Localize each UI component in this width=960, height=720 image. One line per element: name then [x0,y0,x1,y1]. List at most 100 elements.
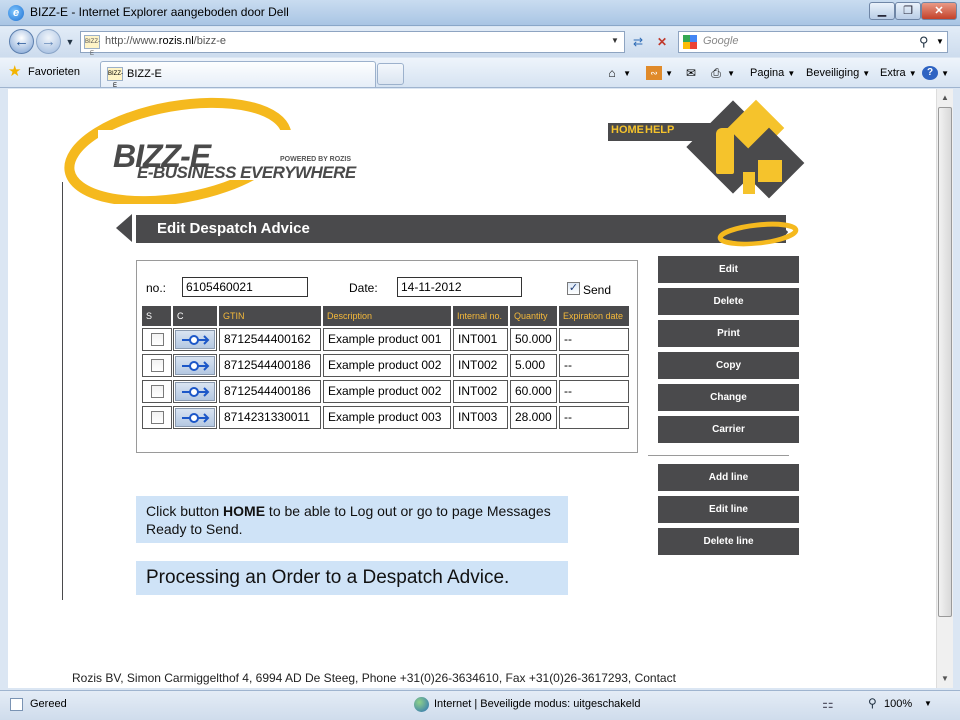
table-cell-action [173,328,217,351]
carrier-button[interactable]: Carrier [658,416,799,443]
close-window-button[interactable]: ✕ [921,2,957,20]
logo-tagline: E-BUSINESS EVERYWHERE [137,163,356,182]
printer-icon: ⎙ [711,66,721,81]
security-zone[interactable]: Internet | Beveiligde modus: uitgeschake… [434,698,640,710]
refresh-icon[interactable]: ⇄ [628,31,648,53]
table-cell-description: Example product 002 [323,380,451,403]
logo-powered-by: POWERED BY ROZIS [280,156,352,163]
history-dropdown-icon[interactable]: ▼ [60,31,80,53]
no-label: no.: [146,281,167,295]
status-text: Gereed [30,698,67,710]
mail-command[interactable]: ✉ [683,64,699,82]
table-cell-description: Example product 002 [323,354,451,377]
date-label: Date: [349,281,378,295]
scroll-up-icon[interactable]: ▲ [937,90,953,106]
process-caption-note: Processing an Order to a Despatch Advice… [136,561,568,595]
security-menu[interactable]: Beveiliging ▼ [806,64,870,82]
table-cell-quantity: 60.000 [510,380,557,403]
table-cell-select [142,328,172,351]
bizz-e-logo [64,97,348,204]
forward-arrow-icon[interactable]: → [36,29,61,54]
scroll-thumb[interactable] [938,107,952,617]
house-icon: ⌂ [608,66,616,81]
extra-menu[interactable]: Extra ▼ [880,64,917,82]
box-icon [743,172,755,194]
edit-button[interactable]: Edit [658,256,799,283]
site-favicon-icon: BIZZ-E [84,35,100,57]
table-cell-internal: INT002 [453,354,508,377]
new-tab-button[interactable] [377,63,404,85]
row-select-checkbox[interactable] [151,385,164,398]
table-cell-gtin: 8714231330011 [219,406,321,429]
home-link[interactable]: HOME [611,124,644,136]
table-cell-action [173,354,217,377]
protected-mode-icon[interactable]: ⚏ [822,696,834,712]
add-line-button[interactable]: Add line [658,464,799,491]
mail-icon: ✉ [685,66,697,81]
zoom-level[interactable]: 100% [884,698,912,710]
row-change-button[interactable] [175,330,215,349]
tab-favicon-icon: BIZZ-E [107,67,123,89]
table-cell-action [173,406,217,429]
send-checkbox[interactable]: ✓ [567,282,580,295]
change-button[interactable]: Change [658,384,799,411]
favorites-button[interactable]: ★ Favorieten [8,62,80,82]
star-icon: ★ [8,63,22,80]
copy-button[interactable]: Copy [658,352,799,379]
page-title: Edit Despatch Advice [157,220,310,237]
row-change-button[interactable] [175,408,215,427]
zoom-icon[interactable]: ⚲ [868,696,877,710]
stop-icon[interactable]: ✕ [652,31,672,53]
table-cell-internal: INT002 [453,380,508,403]
tab-bizz-e[interactable]: BIZZ-E BIZZ-E [100,61,376,89]
table-cell-expiration: -- [559,354,629,377]
col-header-s: S [142,306,171,326]
home-command[interactable]: ⌂ ▼ [604,64,631,82]
search-icon[interactable]: ⚲ [919,34,929,50]
window-title: BIZZ-E - Internet Explorer aangeboden do… [30,5,289,19]
scroll-down-icon[interactable]: ▼ [937,671,953,687]
table-cell-quantity: 50.000 [510,328,557,351]
col-header-gtin: GTIN [219,306,321,326]
header-arrow-icon [116,214,132,242]
vertical-scrollbar[interactable]: ▲ ▼ [936,89,953,688]
header-swoosh-icon [717,221,799,247]
row-change-button[interactable] [175,382,215,401]
table-cell-expiration: -- [559,380,629,403]
no-field[interactable]: 6105460021 [182,277,308,297]
table-cell-expiration: -- [559,328,629,351]
side-divider [648,455,789,456]
search-field[interactable]: Google ⚲ ▼ [678,31,948,53]
print-button[interactable]: Print [658,320,799,347]
help-icon: ? [922,66,938,81]
table-cell-select [142,380,172,403]
table-cell-action [173,380,217,403]
table-cell-select [142,354,172,377]
row-select-checkbox[interactable] [151,411,164,424]
search-dropdown-icon[interactable]: ▼ [936,37,944,46]
print-command[interactable]: ⎙ ▼ [708,64,735,82]
back-arrow-icon[interactable]: ← [9,29,34,54]
date-field[interactable]: 14-11-2012 [397,277,522,297]
page-menu[interactable]: Pagina ▼ [750,64,795,82]
feeds-command[interactable]: ∾ ▼ [646,64,673,82]
help-link[interactable]: HELP [645,124,674,136]
page-icon [10,698,23,711]
zoom-dropdown-icon[interactable]: ▼ [924,699,932,708]
row-select-checkbox[interactable] [151,359,164,372]
browser-statusbar: Gereed Internet | Beveiligde modus: uitg… [0,690,960,720]
address-dropdown-icon[interactable]: ▼ [611,36,619,45]
maximize-button[interactable]: ❐ [895,2,921,20]
address-field[interactable]: BIZZ-E http://www.rozis.nl/bizz-e ▼ [80,31,625,57]
home-instruction-note: Click button HOME to be able to Log out … [136,496,568,543]
minimize-button[interactable]: ▁ [869,2,895,20]
delete-button[interactable]: Delete [658,288,799,315]
row-select-checkbox[interactable] [151,333,164,346]
table-cell-description: Example product 001 [323,328,451,351]
edit-line-button[interactable]: Edit line [658,496,799,523]
help-menu[interactable]: ? ▼ [922,64,949,82]
delete-line-button[interactable]: Delete line [658,528,799,555]
col-header-internal-no: Internal no. [453,306,508,326]
row-change-button[interactable] [175,356,215,375]
col-header-description: Description [323,306,451,326]
